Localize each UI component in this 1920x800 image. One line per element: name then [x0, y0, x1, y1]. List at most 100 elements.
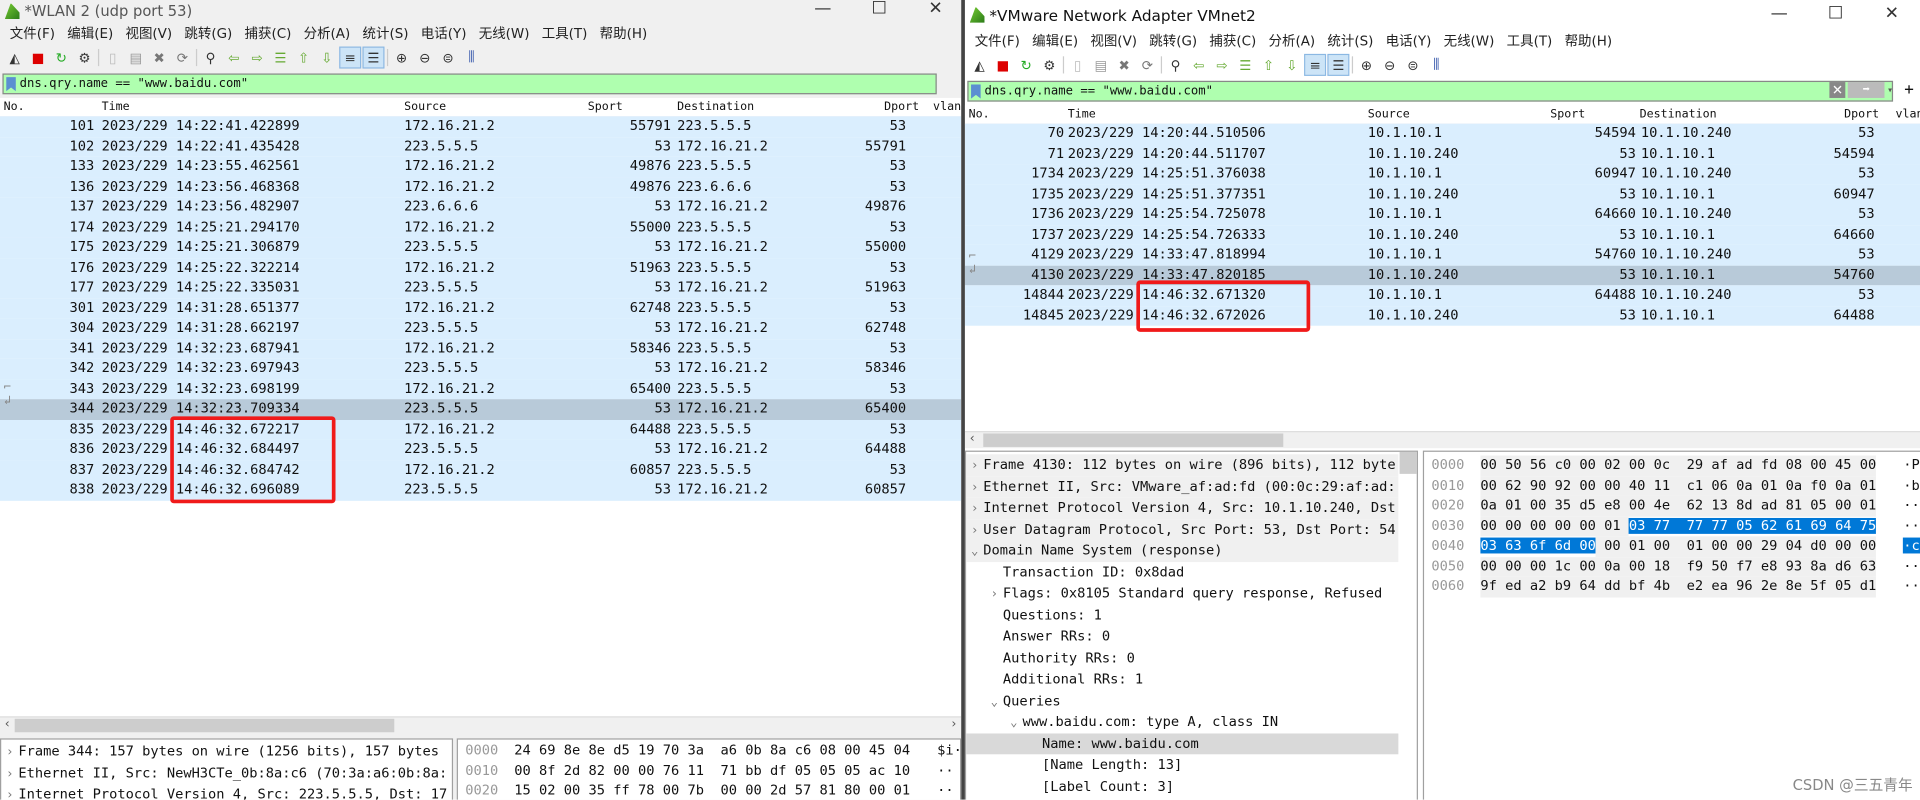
expand-caret-icon[interactable]: › [1, 785, 18, 800]
minimize-button[interactable]: — [795, 0, 851, 18]
hex-line[interactable]: 0040 03 63 6f 6d 00 00 01 00 01 00 00 29 … [1424, 536, 1920, 557]
detail-row[interactable]: › Flags: 0x8105 Standard query response, … [966, 583, 1398, 604]
detail-row[interactable]: Type: A (Host Address) (1) [966, 797, 1398, 799]
packet-row[interactable]: 304 2023/229 14:31:28.662197 223.5.5.5 53 17… [0, 318, 962, 339]
menu-item[interactable]: 文件(F) [972, 31, 1022, 51]
detail-row[interactable]: Authority RRs: 0 [966, 647, 1398, 668]
column-header-source[interactable]: Source [1368, 108, 1410, 121]
display-filter-input[interactable]: dns.qry.name == "www.baidu.com" [984, 84, 1213, 97]
column-header-source[interactable]: Source [404, 100, 446, 113]
detail-row[interactable]: Name: www.baidu.com [966, 732, 1399, 755]
detail-row[interactable]: Transaction ID: 0x8dad [966, 561, 1398, 582]
expand-caret-icon[interactable]: ⌄ [966, 541, 983, 562]
autoscroll-icon[interactable]: ≡ [1304, 53, 1327, 76]
details-vscrollbar[interactable] [1399, 451, 1417, 474]
last-packet-icon[interactable]: ⇩ [1282, 55, 1302, 75]
first-packet-icon[interactable]: ⇧ [1259, 55, 1279, 75]
open-file-icon[interactable]: ▯ [1068, 55, 1088, 75]
packet-row[interactable]: 344 2023/229 14:32:23.709334 223.5.5.5 53 17… [0, 399, 962, 420]
restart-capture-icon[interactable]: ↻ [51, 48, 71, 68]
packet-row[interactable]: 1736 2023/229 14:25:54.725078 10.1.10.1 646… [964, 204, 1920, 225]
packet-row[interactable]: 837 2023/229 14:46:32.684742 172.16.21.2 60… [0, 459, 962, 481]
packet-row[interactable]: 174 2023/229 14:25:21.294170 172.16.21.2 55… [0, 217, 962, 238]
normal-size-icon[interactable]: ⊜ [438, 48, 458, 68]
save-file-icon[interactable]: ▤ [126, 48, 146, 68]
resize-columns-icon[interactable]: ⫼ [462, 48, 482, 68]
packet-row[interactable]: 176 2023/229 14:25:22.322214 172.16.21.2 51… [0, 257, 962, 278]
shark-fin-start-icon[interactable]: ◭ [970, 55, 990, 75]
expand-caret-icon[interactable]: › [966, 520, 983, 541]
expand-caret-icon[interactable]: › [986, 584, 1003, 605]
open-file-icon[interactable]: ▯ [103, 48, 123, 68]
normal-size-icon[interactable]: ⊜ [1403, 55, 1423, 75]
packet-row[interactable]: 101 2023/229 14:22:41.422899 172.16.21.2 55… [0, 116, 962, 137]
menu-item[interactable]: 帮助(H) [597, 23, 649, 43]
menu-item[interactable]: 编辑(E) [65, 23, 116, 43]
detail-row[interactable]: ⌄ www.baidu.com: type A, class IN [966, 711, 1398, 732]
resize-columns-icon[interactable]: ⫼ [1427, 55, 1447, 75]
menu-item[interactable]: 无线(W) [476, 23, 532, 43]
find-packet-icon[interactable]: ⚲ [1166, 55, 1186, 75]
clear-filter-icon[interactable]: ✕ [1829, 82, 1846, 98]
detail-row[interactable]: ⌄ Domain Name System (response) [966, 540, 1399, 562]
hex-line[interactable]: 0010 00 8f 2d 82 00 00 76 11 71 bb df 05 … [458, 761, 960, 781]
hex-line[interactable]: 0020 0a 01 00 35 d5 e8 00 4e 62 13 8d ad … [1424, 495, 1920, 517]
packet-row[interactable]: 14845 2023/229 14:46:32.672026 10.1.10.240… [964, 305, 1920, 326]
packet-list-hscrollbar[interactable]: ‹ › [0, 716, 962, 734]
detail-row[interactable]: [Label Count: 3] [966, 776, 1398, 797]
menu-item[interactable]: 捕获(C) [242, 23, 294, 43]
column-header-sport[interactable]: Sport [588, 100, 623, 113]
filter-history-dropdown-icon[interactable]: ▾ [1887, 84, 1893, 95]
column-header-no[interactable]: No. [4, 100, 25, 113]
reload-file-icon[interactable]: ⟳ [173, 48, 193, 68]
column-header-sport[interactable]: Sport [1550, 108, 1585, 121]
display-filter-input[interactable]: dns.qry.name == "www.baidu.com" [20, 77, 249, 90]
restart-capture-icon[interactable]: ↻ [1016, 55, 1036, 75]
packet-row[interactable]: 1734 2023/229 14:25:51.376038 10.1.10.1 609… [964, 164, 1920, 185]
expand-caret-icon[interactable]: › [1, 763, 18, 784]
detail-row[interactable]: › Internet Protocol Version 4, Src: 10.1.… [966, 497, 1399, 519]
column-header-vlan[interactable]: vlan [933, 100, 961, 113]
expand-caret-icon[interactable]: ⌄ [1005, 713, 1022, 734]
bookmark-icon[interactable] [971, 83, 981, 99]
column-header-vlan[interactable]: vlan [1896, 108, 1920, 121]
expand-caret-icon[interactable]: ⌄ [986, 691, 1003, 712]
zoom-in-icon[interactable]: ⊕ [392, 48, 412, 68]
menu-item[interactable]: 无线(W) [1441, 31, 1497, 51]
packet-row[interactable]: 835 2023/229 14:46:32.672217 172.16.21.2 64… [0, 419, 962, 440]
bookmark-icon[interactable] [6, 76, 16, 92]
add-filter-button-icon[interactable]: + [1904, 81, 1914, 99]
last-packet-icon[interactable]: ⇩ [317, 48, 337, 68]
column-header-dport[interactable]: Dport [884, 100, 919, 113]
menu-item[interactable]: 分析(A) [1266, 31, 1318, 51]
packet-row[interactable]: 136 2023/229 14:23:56.468368 172.16.21.2 49… [0, 176, 962, 198]
menu-item[interactable]: 工具(T) [1504, 31, 1555, 51]
scrollbar-thumb[interactable] [14, 718, 395, 733]
scroll-left-icon[interactable]: ‹ [4, 718, 11, 731]
detail-row[interactable]: Questions: 1 [966, 604, 1398, 625]
menu-item[interactable]: 文件(F) [7, 23, 57, 43]
close-file-icon[interactable]: ✖ [1114, 55, 1134, 75]
menu-item[interactable]: 跳转(G) [1147, 31, 1200, 51]
colorize-icon[interactable]: ☰ [362, 46, 385, 69]
menu-item[interactable]: 统计(S) [360, 23, 411, 43]
detail-row[interactable]: › Frame 344: 157 bytes on wire (1256 bits… [1, 741, 452, 762]
packet-row[interactable]: 341 2023/229 14:32:23.687941 172.16.21.2 58… [0, 338, 962, 359]
colorize-icon[interactable]: ☰ [1327, 53, 1350, 76]
packet-row[interactable]: 133 2023/229 14:23:55.462561 172.16.21.2 49… [0, 156, 962, 177]
menu-item[interactable]: 电话(Y) [418, 23, 469, 43]
menu-item[interactable]: 工具(T) [539, 23, 590, 43]
go-forward-icon[interactable]: ⇨ [1212, 55, 1232, 75]
hex-line[interactable]: 0030 00 00 00 00 00 01 03 77 77 77 05 62 … [1424, 516, 1920, 537]
capture-options-icon[interactable]: ⚙ [75, 48, 95, 68]
maximize-button[interactable]: ☐ [1807, 4, 1863, 24]
hex-line[interactable]: 0060 9f ed a2 b9 64 dd bf 4b e2 ea 96 2e … [1424, 576, 1920, 597]
column-header-no[interactable]: No. [969, 108, 990, 121]
hex-line[interactable]: 0010 00 62 90 92 00 00 40 11 c1 06 0a 01 … [1424, 475, 1920, 496]
menu-item[interactable]: 视图(V) [123, 23, 175, 43]
autoscroll-icon[interactable]: ≡ [339, 46, 362, 69]
expand-caret-icon[interactable]: › [966, 498, 983, 519]
apply-filter-icon[interactable]: ➡ [1847, 82, 1885, 98]
packet-row[interactable]: 4130 2023/229 14:33:47.820185 10.1.10.240 5… [964, 265, 1920, 286]
column-header-time[interactable]: Time [102, 100, 130, 113]
